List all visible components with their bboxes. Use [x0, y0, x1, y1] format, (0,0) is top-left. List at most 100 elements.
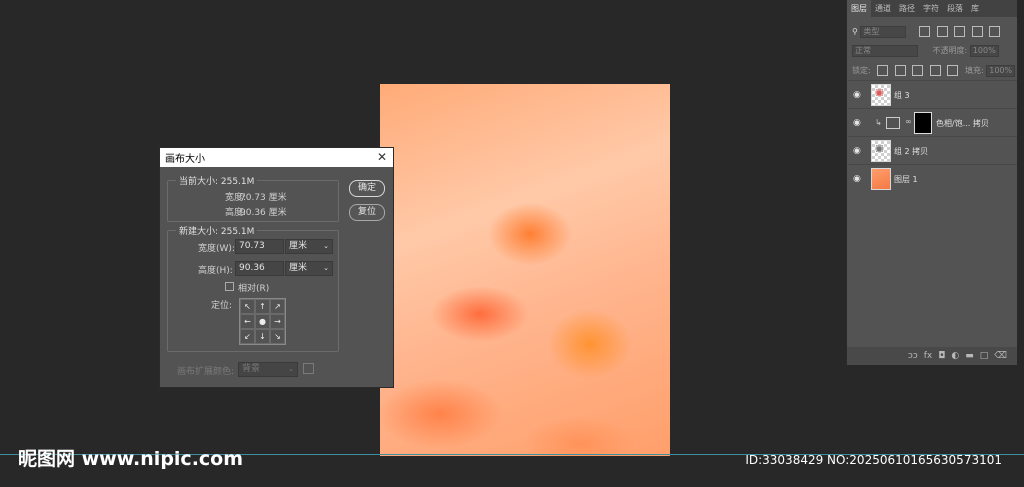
layer-mask-thumbnail — [914, 112, 932, 134]
close-icon[interactable]: ✕ — [377, 150, 387, 164]
dialog-titlebar: 画布大小 ✕ — [160, 148, 393, 167]
width-unit-select[interactable]: 厘米 ⌄ — [285, 239, 333, 254]
layers-bottom-bar: ↄↄ fx ◘ ◐ ▬ □ ⌫ — [847, 347, 1017, 365]
width-input[interactable]: 70.73 — [235, 239, 284, 254]
height-input[interactable]: 90.36 — [235, 261, 284, 276]
new-group-icon[interactable]: ▬ — [965, 351, 974, 361]
extension-color-select[interactable]: 背景 ⌄ — [238, 362, 298, 377]
anchor-grid[interactable]: ↖ ↑ ↗ ← ● → ↙ ↓ ↘ — [239, 298, 286, 345]
layer-thumbnail — [871, 168, 891, 190]
add-mask-icon[interactable]: ◘ — [938, 351, 945, 361]
filter-row: ⚲ 类型 — [847, 26, 1022, 38]
tab-library[interactable]: 库 — [967, 0, 983, 17]
layers-panel-tabs: 图层 通道 路径 字符 段落 库 — [847, 0, 1017, 17]
eye-icon[interactable]: ◉ — [853, 90, 861, 100]
new-layer-icon[interactable]: □ — [980, 351, 989, 361]
search-icon: ⚲ — [852, 27, 858, 36]
height-unit-select[interactable]: 厘米 ⌄ — [285, 261, 333, 276]
anchor-center-icon[interactable]: ● — [255, 314, 270, 329]
layer-row[interactable]: ◉ ▣ 组 3 — [848, 80, 1017, 108]
lock-all-icon[interactable] — [947, 65, 959, 76]
filter-shape-icon[interactable] — [971, 26, 983, 37]
tab-character[interactable]: 字符 — [919, 0, 943, 17]
anchor-bottom-icon[interactable]: ↓ — [255, 329, 270, 344]
filter-adjustment-icon[interactable] — [936, 26, 948, 37]
filter-type-icon[interactable] — [954, 26, 966, 37]
fill-label: 填充: — [964, 66, 984, 75]
watermark-right: ID:33038429 NO:20250610165630573101 — [745, 453, 1002, 467]
filter-icons[interactable] — [918, 26, 1004, 37]
chevron-down-icon: ⌄ — [323, 264, 329, 272]
folder-icon: ▣ — [875, 88, 884, 98]
extension-color-value: 背景 — [242, 364, 261, 374]
relative-label: 相对(R) — [238, 284, 270, 294]
watermark-left: 昵图网 www.nipic.com — [18, 448, 244, 470]
fx-icon[interactable]: fx — [924, 351, 933, 361]
filter-type-select[interactable]: 类型 — [860, 26, 907, 38]
layer-name: 图层 1 — [894, 175, 918, 184]
document-canvas[interactable] — [380, 84, 670, 456]
dialog-title: 画布大小 — [165, 154, 205, 165]
tab-paths[interactable]: 路径 — [895, 0, 919, 17]
height-unit-value: 厘米 — [289, 263, 308, 273]
extension-color-swatch[interactable] — [303, 363, 314, 374]
opacity-label: 不透明度: — [932, 46, 968, 55]
blend-row: 正常 不透明度: 100% — [847, 45, 1022, 57]
anchor-bottom-right-icon[interactable]: ↘ — [270, 329, 285, 344]
link-layers-icon[interactable]: ↄↄ — [908, 351, 918, 361]
eye-icon[interactable]: ◉ — [853, 174, 861, 184]
filter-smart-object-icon[interactable] — [989, 26, 1001, 37]
width-unit-value: 厘米 — [289, 241, 308, 251]
extension-color-label: 画布扩展颜色: — [177, 367, 235, 377]
current-height-value: 90.36 厘米 — [240, 208, 287, 218]
lock-pixels-icon[interactable] — [877, 65, 889, 76]
anchor-top-left-icon[interactable]: ↖ — [240, 299, 255, 314]
anchor-left-icon[interactable]: ← — [240, 314, 255, 329]
new-size-label: 新建大小: 255.1M — [176, 224, 258, 237]
lock-move-icon[interactable] — [912, 65, 924, 76]
canvas-size-dialog: 画布大小 ✕ 当前大小: 255.1M 宽度: 70.73 厘米 高度: 90.… — [159, 147, 394, 388]
layer-row[interactable]: ◉ ↳ ∞ 色相/饱... 拷贝 — [848, 108, 1017, 136]
lock-label: 锁定: — [852, 66, 871, 75]
opacity-input[interactable]: 100% — [969, 45, 999, 57]
layer-name: 组 2 拷贝 — [894, 147, 929, 156]
anchor-top-icon[interactable]: ↑ — [255, 299, 270, 314]
chevron-down-icon: ⌄ — [323, 242, 329, 250]
adjustment-icon — [886, 117, 900, 129]
delete-layer-icon[interactable]: ⌫ — [994, 351, 1007, 361]
tab-channels[interactable]: 通道 — [871, 0, 895, 17]
layer-thumbnail: ▣ — [871, 84, 891, 106]
lock-row: 锁定: 填充: 100% — [847, 65, 1022, 77]
fill-input[interactable]: 100% — [986, 65, 1016, 77]
tab-paragraph[interactable]: 段落 — [943, 0, 967, 17]
anchor-bottom-left-icon[interactable]: ↙ — [240, 329, 255, 344]
anchor-right-icon[interactable]: → — [270, 314, 285, 329]
adjustment-layer-icon[interactable]: ◐ — [951, 351, 959, 361]
reset-button[interactable]: 复位 — [349, 204, 385, 221]
layer-thumbnail: ▣ — [871, 140, 891, 162]
lock-brush-icon[interactable] — [894, 65, 906, 76]
current-size-label: 当前大小: 255.1M — [176, 174, 258, 187]
clip-arrow-icon: ↳ — [875, 118, 882, 127]
layer-name: 色相/饱... 拷贝 — [936, 119, 989, 128]
height-label: 高度(H): — [198, 266, 233, 276]
filter-pixel-icon[interactable] — [918, 26, 930, 37]
anchor-top-right-icon[interactable]: ↗ — [270, 299, 285, 314]
layer-row[interactable]: ◉ 图层 1 — [848, 164, 1017, 192]
folder-icon: ▣ — [875, 144, 884, 154]
layer-row[interactable]: ◉ ▣ 组 2 拷贝 — [848, 136, 1017, 164]
width-label: 宽度(W): — [198, 244, 235, 254]
ok-button[interactable]: 确定 — [349, 180, 385, 197]
layer-name: 组 3 — [894, 91, 910, 100]
blend-mode-select[interactable]: 正常 — [852, 45, 918, 57]
layers-panel: 图层 通道 路径 字符 段落 库 ⚲ 类型 正常 不透明度: 100% 锁定: … — [846, 0, 1017, 365]
chevron-down-icon: ⌄ — [288, 365, 294, 373]
current-width-value: 70.73 厘米 — [240, 193, 287, 203]
relative-checkbox[interactable] — [225, 282, 234, 291]
eye-icon[interactable]: ◉ — [853, 118, 861, 128]
lock-artboard-icon[interactable] — [929, 65, 941, 76]
link-icon: ∞ — [905, 117, 912, 126]
tab-layers[interactable]: 图层 — [847, 0, 871, 17]
anchor-label: 定位: — [211, 301, 233, 311]
eye-icon[interactable]: ◉ — [853, 146, 861, 156]
